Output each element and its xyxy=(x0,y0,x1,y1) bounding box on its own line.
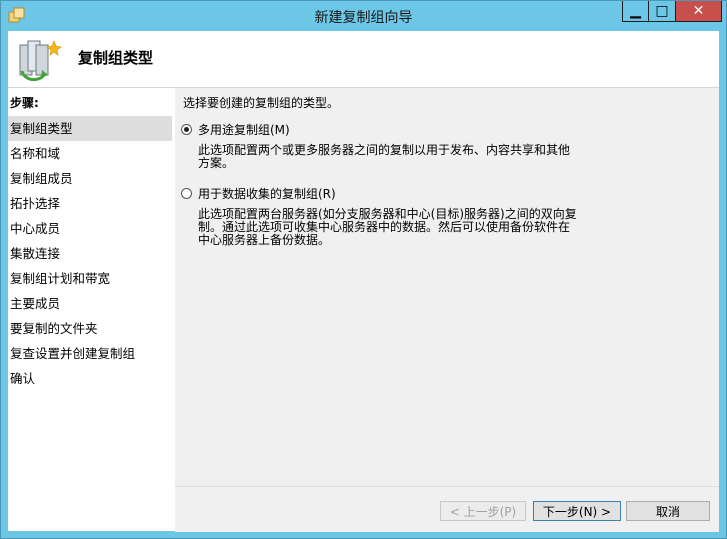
step-item-name-and-domain[interactable]: 名称和域 xyxy=(8,141,172,166)
step-item-members[interactable]: 复制组成员 xyxy=(8,166,172,191)
window-title: 新建复制组向导 xyxy=(314,10,413,26)
wizard-window: 新建复制组向导 ▁ □ ✕ 复制组类型 步骤: 复制组类型 名称和域 复制组成员… xyxy=(0,0,727,539)
data-collection-radio[interactable] xyxy=(181,187,192,199)
data-collection-description: 此选项配置两台服务器(如分支服务器和中心(目标)服务器)之间的双向复制。通过此选… xyxy=(198,207,577,247)
back-button[interactable]: < 上一步(P) xyxy=(440,501,526,521)
multipurpose-description: 此选项配置两个或更多服务器之间的复制以用于发布、内容共享和其他方案。 xyxy=(198,143,571,170)
step-item-folders[interactable]: 要复制的文件夹 xyxy=(8,316,172,341)
wizard-header: 复制组类型 xyxy=(8,31,719,88)
next-button[interactable]: 下一步(N) > xyxy=(533,501,621,521)
close-button[interactable]: ✕ xyxy=(676,1,722,22)
replication-group-icon xyxy=(19,40,62,82)
step-item-confirmation[interactable]: 确认 xyxy=(8,366,172,391)
step-item-replication-group-type[interactable]: 复制组类型 xyxy=(8,116,172,141)
data-collection-radio-row[interactable]: 用于数据收集的复制组(R) xyxy=(181,184,701,202)
page-title: 复制组类型 xyxy=(78,49,154,67)
step-item-hub-spoke-connections[interactable]: 集散连接 xyxy=(8,241,172,266)
step-item-schedule-bandwidth[interactable]: 复制组计划和带宽 xyxy=(8,266,172,291)
step-list: 复制组类型 名称和域 复制组成员 拓扑选择 中心成员 集散连接 复制组计划和带宽… xyxy=(8,116,172,391)
step-item-topology[interactable]: 拓扑选择 xyxy=(8,191,172,216)
close-icon: ✕ xyxy=(692,3,705,19)
multipurpose-radio[interactable] xyxy=(181,123,192,135)
data-collection-label[interactable]: 用于数据收集的复制组(R) xyxy=(198,185,336,202)
multipurpose-label[interactable]: 多用途复制组(M) xyxy=(198,121,290,138)
title-bar[interactable]: 新建复制组向导 ▁ □ ✕ xyxy=(1,1,726,31)
wizard-client: 复制组类型 步骤: 复制组类型 名称和域 复制组成员 拓扑选择 中心成员 集散连… xyxy=(8,31,719,532)
option-multipurpose: 多用途复制组(M) 此选项配置两个或更多服务器之间的复制以用于发布、内容共享和其… xyxy=(181,120,701,170)
window-controls: ▁ □ ✕ xyxy=(622,1,722,23)
instruction-text: 选择要创建的复制组的类型。 xyxy=(183,96,340,110)
step-item-hub-members[interactable]: 中心成员 xyxy=(8,216,172,241)
steps-label: 步骤: xyxy=(10,96,39,110)
step-item-primary-member[interactable]: 主要成员 xyxy=(8,291,172,316)
step-item-review-create[interactable]: 复查设置并创建复制组 xyxy=(8,341,172,366)
minimize-icon: ▁ xyxy=(630,3,641,19)
wizard-content: 选择要创建的复制组的类型。 多用途复制组(M) 此选项配置两个或更多服务器之间的… xyxy=(175,88,719,486)
option-data-collection: 用于数据收集的复制组(R) 此选项配置两台服务器(如分支服务器和中心(目标)服务… xyxy=(181,184,701,247)
cancel-button[interactable]: 取消 xyxy=(626,501,710,521)
maximize-icon: □ xyxy=(655,3,669,19)
steps-sidebar: 步骤: 复制组类型 名称和域 复制组成员 拓扑选择 中心成员 集散连接 复制组计… xyxy=(8,88,172,531)
maximize-button[interactable]: □ xyxy=(649,1,676,22)
minimize-button[interactable]: ▁ xyxy=(622,1,649,22)
wizard-footer: < 上一步(P) 下一步(N) > 取消 xyxy=(175,486,719,532)
multipurpose-radio-row[interactable]: 多用途复制组(M) xyxy=(181,120,701,138)
